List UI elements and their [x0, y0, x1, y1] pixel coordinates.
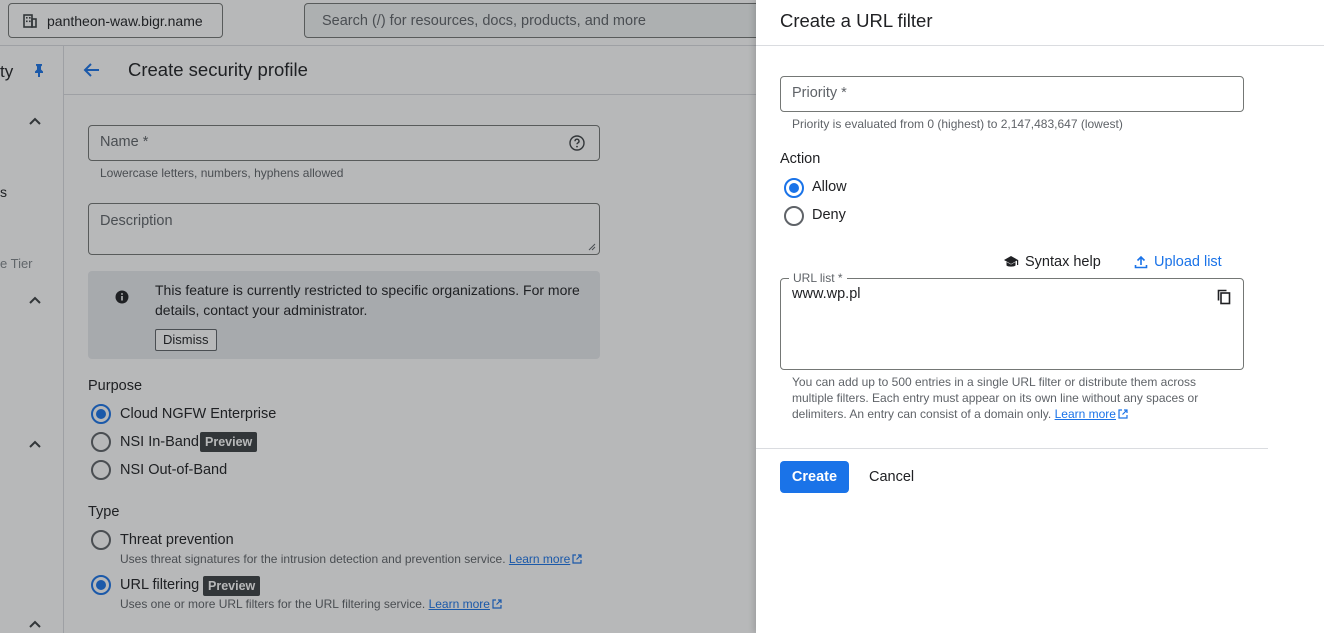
url-hint-text: You can add up to 500 entries in a singl… [792, 375, 1199, 421]
action-label: Action [780, 151, 821, 167]
cancel-button[interactable]: Cancel [864, 461, 919, 493]
upload-list-label: Upload list [1154, 254, 1222, 270]
school-icon [1004, 256, 1019, 267]
priority-placeholder: Priority * [792, 85, 847, 101]
syntax-help-label: Syntax help [1025, 254, 1101, 270]
panel-header: Create a URL filter [756, 0, 1324, 46]
priority-hint: Priority is evaluated from 0 (highest) t… [792, 117, 1123, 131]
url-filter-panel: Create a URL filter Priority * Priority … [756, 0, 1324, 633]
action-option-label: Deny [812, 207, 846, 223]
learn-more-link[interactable]: Learn more [1055, 407, 1116, 421]
priority-field[interactable]: Priority * [780, 76, 1244, 112]
upload-list-button[interactable]: Upload list [1134, 254, 1222, 270]
url-list-value: www.wp.pl [792, 286, 861, 302]
create-button[interactable]: Create [780, 461, 849, 493]
radio-allow[interactable] [784, 178, 804, 198]
url-list-hint: You can add up to 500 entries in a singl… [792, 374, 1222, 422]
radio-deny[interactable] [784, 206, 804, 226]
divider [756, 448, 1268, 449]
upload-icon [1134, 255, 1148, 269]
external-link-icon [1118, 409, 1128, 419]
modal-scrim[interactable] [0, 0, 756, 633]
url-list-textarea[interactable]: URL list * www.wp.pl [780, 271, 1244, 370]
url-list-label: URL list * [789, 271, 847, 285]
action-option-label: Allow [812, 179, 847, 195]
panel-title: Create a URL filter [780, 10, 933, 31]
copy-icon[interactable] [1217, 289, 1231, 305]
syntax-help-button[interactable]: Syntax help [1003, 254, 1101, 270]
